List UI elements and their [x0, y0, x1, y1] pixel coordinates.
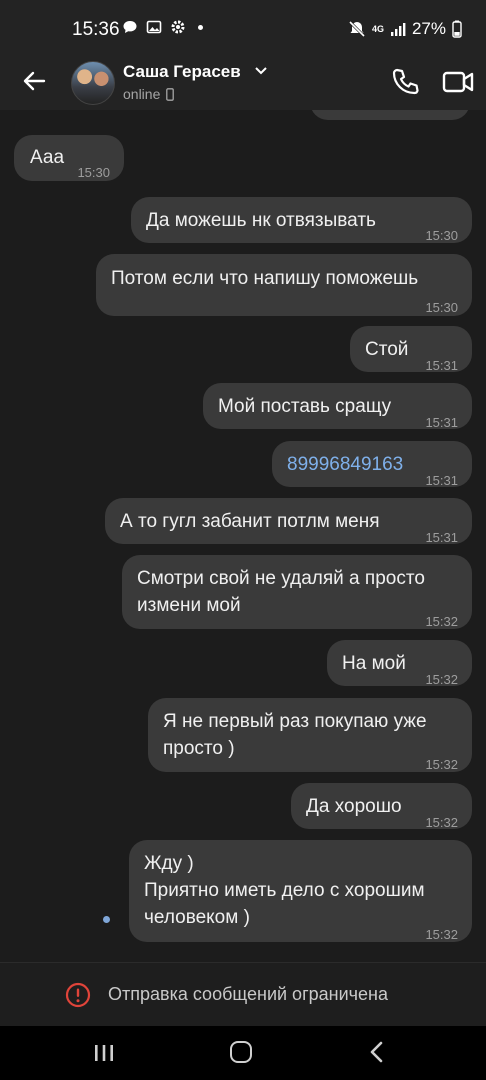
message-time: 15:31	[425, 358, 458, 373]
settings-notification-icon	[171, 20, 185, 34]
mobile-device-icon	[166, 87, 175, 101]
message-time: 15:31	[425, 473, 458, 488]
more-notifications-dot-icon	[198, 24, 203, 30]
message-text: Смотри свой не удаляй а просто измени мо…	[137, 568, 425, 616]
message-bubble-outgoing[interactable]: 89996849163 15:31	[272, 441, 472, 488]
message-time: 15:30	[77, 165, 110, 180]
unread-indicator-dot	[103, 916, 110, 923]
message-text: Мой поставь сращу	[218, 396, 392, 417]
message-text: Да хорошо	[306, 796, 402, 817]
message-text: На мой	[342, 653, 406, 674]
message-text: Ааа	[30, 147, 65, 168]
contact-avatar[interactable]	[71, 61, 115, 105]
chat-header: Саша Герасев online	[0, 58, 486, 110]
message-time: 15:31	[425, 415, 458, 430]
chevron-down-icon[interactable]	[254, 64, 268, 78]
chat-notification-icon	[123, 21, 137, 33]
presence-label: online	[123, 86, 161, 102]
message-bubble-outgoing[interactable]: А то гугл забанит потлм меня 15:31	[105, 498, 472, 545]
message-bubble-outgoing[interactable]: Мой поставь сращу 15:31	[203, 383, 472, 430]
system-navigation-bar	[0, 1026, 486, 1080]
message-text: Я не первый раз покупаю уже просто )	[163, 711, 427, 759]
message-time: 15:32	[425, 672, 458, 687]
message-bubble-outgoing[interactable]: На мой 15:32	[327, 640, 472, 687]
message-time: 15:32	[425, 927, 458, 942]
message-bubble-outgoing[interactable]: Жду ) Приятно иметь дело с хорошим челов…	[129, 840, 472, 942]
messaging-restricted-banner: Отправка сообщений ограничена	[0, 962, 486, 1027]
message-text: Потом если что напишу поможешь	[111, 268, 419, 289]
message-text: А то гугл забанит потлм меня	[120, 511, 380, 532]
status-notification-icons	[122, 19, 203, 35]
contact-name[interactable]: Саша Герасев	[123, 62, 241, 82]
phone-number-link[interactable]: 89996849163	[287, 451, 403, 478]
gallery-notification-icon	[146, 20, 162, 34]
message-bubble-outgoing[interactable]: Я не первый раз покупаю уже просто ) 15:…	[148, 698, 472, 772]
video-call-icon[interactable]	[442, 68, 474, 96]
message-time: 15:31	[425, 530, 458, 545]
message-bubble-outgoing[interactable]: Потом если что напишу поможешь 15:30	[96, 254, 472, 316]
nav-back-icon[interactable]	[367, 1040, 387, 1064]
message-text: Жду ) Приятно иметь дело с хорошим челов…	[144, 853, 425, 928]
status-time: 15:36	[72, 19, 120, 40]
message-time: 15:32	[425, 614, 458, 629]
error-circle-icon	[65, 982, 91, 1008]
message-text: Да можешь нк отвязывать	[146, 210, 376, 231]
message-bubble-outgoing[interactable]: Да хорошо 15:32	[291, 783, 472, 830]
message-bubble-outgoing[interactable]: Стой 15:31	[350, 326, 472, 373]
mute-icon	[348, 20, 366, 38]
recent-apps-icon[interactable]	[92, 1042, 116, 1064]
network-type-label: 4G	[371, 23, 384, 34]
presence-status: online	[123, 86, 175, 102]
home-icon[interactable]	[230, 1041, 252, 1063]
back-arrow-icon[interactable]	[20, 66, 50, 96]
message-time: 15:30	[425, 228, 458, 243]
battery-percent: 27%	[411, 19, 446, 38]
message-bubble-incoming[interactable]: Ааа 15:30	[14, 135, 124, 181]
status-bar: 15:36 4G 27%	[0, 0, 486, 58]
message-bubble-clipped	[310, 110, 470, 120]
phone-call-icon[interactable]	[389, 66, 421, 98]
message-bubble-outgoing[interactable]: Да можешь нк отвязывать 15:30	[131, 197, 472, 243]
message-time: 15:32	[425, 815, 458, 830]
message-time: 15:32	[425, 757, 458, 772]
signal-strength-icon	[390, 23, 406, 36]
message-bubble-outgoing[interactable]: Смотри свой не удаляй а просто измени мо…	[122, 555, 472, 629]
message-list[interactable]: Ааа 15:30 Да можешь нк отвязывать 15:30 …	[0, 110, 486, 962]
message-time: 15:30	[425, 300, 458, 315]
status-system-icons: 4G 27%	[348, 19, 462, 39]
restriction-text: Отправка сообщений ограничена	[108, 984, 388, 1004]
message-text: Стой	[365, 339, 409, 360]
battery-icon	[452, 20, 462, 38]
